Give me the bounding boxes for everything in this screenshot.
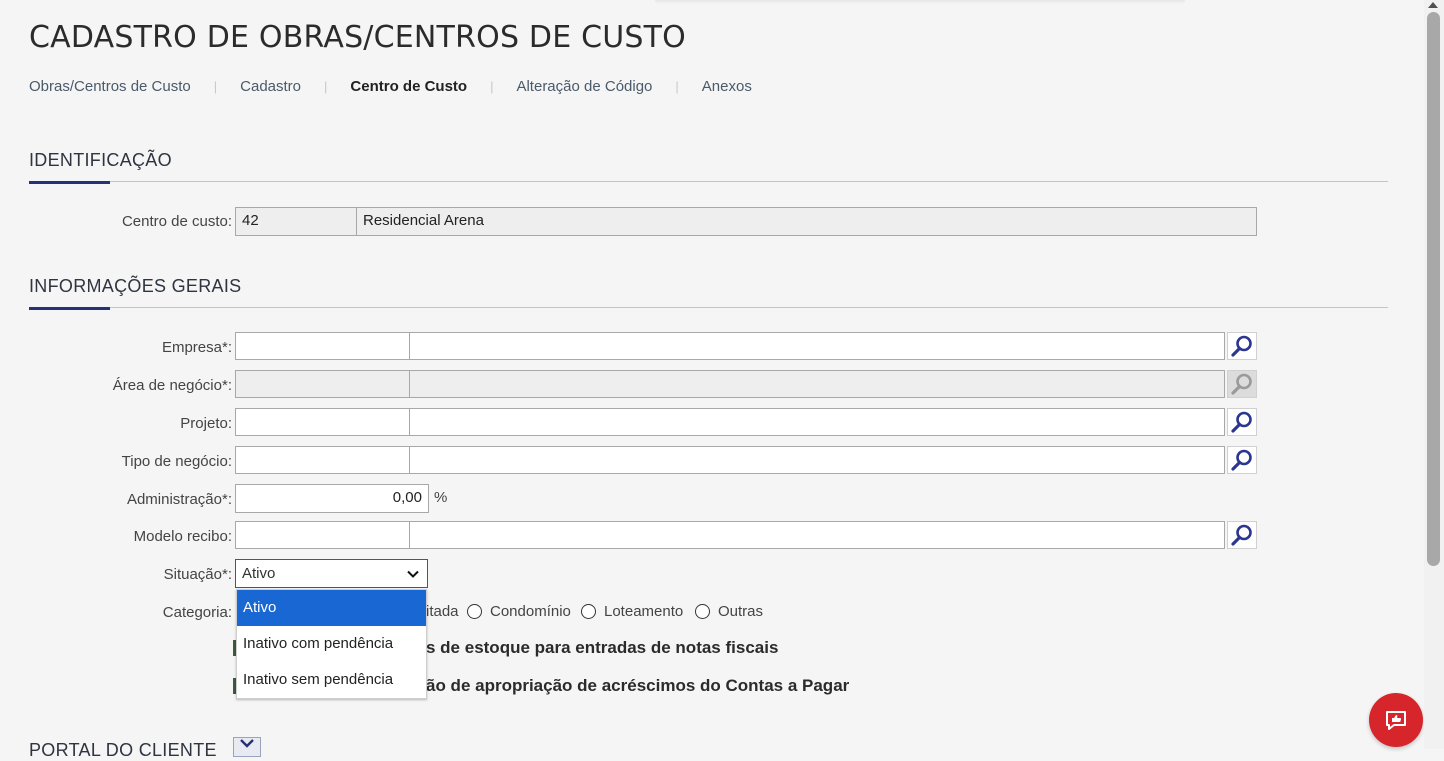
tab-bar: Obras/Centros de Custo | Cadastro | Cent… xyxy=(29,78,752,95)
situacao-option-inativo-com-pendencia[interactable]: Inativo com pendência xyxy=(237,626,426,662)
tab-separator: | xyxy=(213,79,218,94)
tab-separator: | xyxy=(490,79,494,94)
situacao-label: Situação*: xyxy=(163,566,232,583)
percent-symbol: % xyxy=(434,489,448,506)
section-accent-bar xyxy=(29,181,110,184)
section-title-identificacao: IDENTIFICAÇÃO xyxy=(29,150,172,170)
page-title: CADASTRO DE OBRAS/CENTROS DE CUSTO xyxy=(29,20,687,55)
section-title-informacoes-gerais: INFORMAÇÕES GERAIS xyxy=(29,276,242,296)
area-negocio-label: Área de negócio*: xyxy=(112,377,232,394)
categoria-radio-condominio[interactable] xyxy=(467,604,482,619)
chevron-down-icon xyxy=(407,570,419,578)
feedback-icon xyxy=(1386,711,1406,730)
checkbox-apropriacao-label: ão de apropriação de acréscimos do Conta… xyxy=(426,676,850,695)
search-icon xyxy=(1231,335,1252,357)
projeto-name-input[interactable] xyxy=(409,408,1225,436)
tab-separator: | xyxy=(324,79,328,94)
section-accent-bar xyxy=(29,307,110,310)
tab-anexos[interactable]: Anexos xyxy=(702,78,752,95)
tab-centro-de-custo[interactable]: Centro de Custo xyxy=(350,78,467,95)
tipo-negocio-lookup-button[interactable] xyxy=(1227,446,1257,474)
situacao-option-inativo-sem-pendencia[interactable]: Inativo sem pendência xyxy=(237,662,426,698)
feedback-button[interactable] xyxy=(1369,693,1423,747)
tipo-negocio-label: Tipo de negócio: xyxy=(121,453,232,470)
tipo-negocio-code-input[interactable] xyxy=(235,446,410,474)
search-icon xyxy=(1231,373,1252,395)
projeto-lookup-button[interactable] xyxy=(1227,408,1257,436)
empresa-label: Empresa*: xyxy=(161,339,232,356)
administracao-label: Administração*: xyxy=(126,491,232,508)
centro-custo-name-field[interactable]: Residencial Arena xyxy=(356,207,1257,236)
scrollbar-thumb[interactable] xyxy=(1427,12,1440,566)
categoria-radio-loteamento[interactable] xyxy=(581,604,596,619)
area-negocio-code-input[interactable] xyxy=(235,370,410,398)
categoria-radio-outras[interactable] xyxy=(695,604,710,619)
centro-custo-label: Centro de custo: xyxy=(121,213,232,230)
search-icon xyxy=(1231,411,1252,433)
tab-separator: | xyxy=(675,79,679,94)
tab-alteracao-codigo[interactable]: Alteração de Código xyxy=(516,78,652,95)
modelo-recibo-code-input[interactable] xyxy=(235,521,410,549)
situacao-option-ativo[interactable]: Ativo xyxy=(237,590,426,626)
scroll-up-arrow-icon[interactable] xyxy=(1428,2,1438,8)
area-negocio-lookup-button[interactable] xyxy=(1227,370,1257,398)
situacao-selected-value: Ativo xyxy=(242,565,276,582)
categoria-partial-text: itada xyxy=(426,603,459,620)
categoria-label-condominio: Condomínio xyxy=(490,603,571,620)
search-icon xyxy=(1231,524,1252,546)
top-shadow xyxy=(655,0,1185,4)
projeto-code-input[interactable] xyxy=(235,408,410,436)
administracao-input[interactable]: 0,00 xyxy=(235,484,429,513)
area-negocio-name-input[interactable] xyxy=(409,370,1225,398)
categoria-label: Categoria: xyxy=(162,604,232,621)
empresa-lookup-button[interactable] xyxy=(1227,332,1257,360)
situacao-dropdown-list: Ativo Inativo com pendência Inativo sem … xyxy=(236,589,427,699)
situacao-select[interactable]: Ativo xyxy=(235,559,428,588)
categoria-label-outras: Outras xyxy=(718,603,764,620)
empresa-name-input[interactable] xyxy=(409,332,1225,360)
modelo-recibo-label: Modelo recibo: xyxy=(133,528,232,545)
modelo-recibo-name-input[interactable] xyxy=(409,521,1225,549)
tipo-negocio-name-input[interactable] xyxy=(409,446,1225,474)
chevron-down-icon xyxy=(240,739,254,748)
section-title-portal-cliente: PORTAL DO CLIENTE xyxy=(29,740,217,760)
search-icon xyxy=(1231,449,1252,471)
tab-obras-centros[interactable]: Obras/Centros de Custo xyxy=(29,78,191,95)
empresa-code-input[interactable] xyxy=(235,332,410,360)
categoria-label-loteamento: Loteamento xyxy=(604,603,684,620)
projeto-label: Projeto: xyxy=(180,415,232,432)
portal-toggle-button[interactable] xyxy=(233,737,261,757)
centro-custo-code-field[interactable]: 42 xyxy=(235,207,357,236)
tab-cadastro[interactable]: Cadastro xyxy=(240,78,301,95)
checkbox-estoque-label: s de estoque para entradas de notas fisc… xyxy=(426,638,779,657)
modelo-recibo-lookup-button[interactable] xyxy=(1227,521,1257,549)
section-divider xyxy=(29,307,1388,308)
section-divider xyxy=(29,181,1388,182)
